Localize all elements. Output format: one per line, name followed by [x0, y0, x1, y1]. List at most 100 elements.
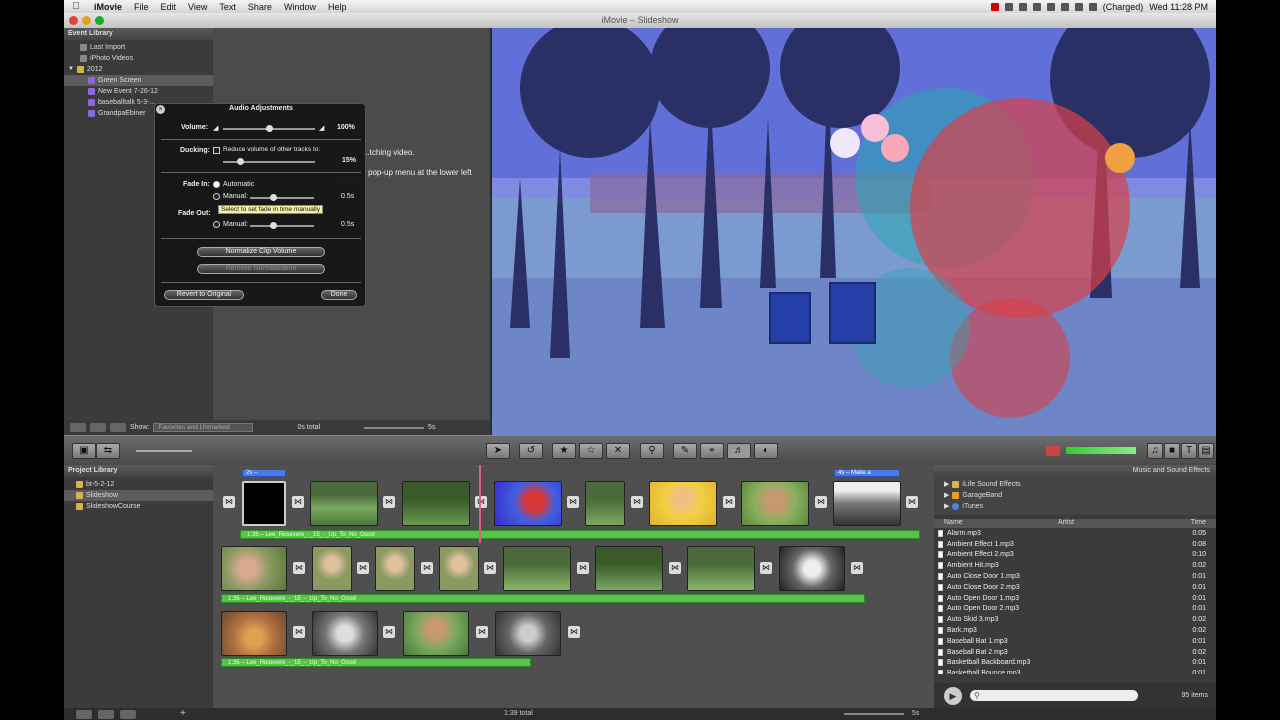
thumbnail-size-slider[interactable] — [136, 450, 192, 452]
normalize-clip-volume-button[interactable]: Normalize Clip Volume — [197, 247, 325, 257]
music-list-row[interactable]: Auto Close Door 2.mp3 0:01 — [934, 582, 1216, 593]
playhead[interactable] — [479, 465, 481, 543]
transition-icon[interactable]: ⋈ — [223, 496, 235, 508]
fade-out-slider-knob[interactable] — [270, 222, 277, 229]
sync-icon[interactable] — [1032, 2, 1041, 11]
music-list-row[interactable]: Ambient Effect 2.mp3 0:10 — [934, 550, 1216, 561]
zoom-window-icon[interactable] — [95, 16, 104, 25]
music-list-row[interactable]: Basketball Bounce.mp3 0:01 — [934, 668, 1216, 674]
music-list-row[interactable]: Auto Open Door 2.mp3 0:01 — [934, 604, 1216, 615]
menu-help[interactable]: Help — [322, 2, 353, 12]
music-list-row[interactable]: Bark.mp3 0:02 — [934, 625, 1216, 636]
reject-button[interactable]: ✕ — [606, 443, 630, 459]
transition-icon[interactable]: ⋈ — [293, 626, 305, 638]
clip-thumbnail[interactable] — [494, 481, 562, 526]
transitions-browser-button[interactable]: ▤ — [1198, 443, 1214, 459]
keyword-button[interactable]: ⚲ — [640, 443, 664, 459]
clip-thumbnail[interactable] — [595, 546, 663, 591]
event-item-iphoto-videos[interactable]: iPhoto Videos — [64, 53, 213, 64]
transition-icon[interactable]: ⋈ — [815, 496, 827, 508]
project-item-bt[interactable]: bt-5-2-12 — [64, 479, 213, 490]
music-list-row[interactable]: Ambient Effect 1.mp3 0:08 — [934, 539, 1216, 550]
music-list-row[interactable]: Auto Skid 3.mp3 0:02 — [934, 614, 1216, 625]
disclosure-triangle-icon[interactable]: ▶ — [944, 490, 949, 501]
fade-in-slider[interactable] — [250, 194, 314, 201]
swap-events-projects-button[interactable]: ⇆ — [96, 443, 120, 459]
record-status-icon[interactable] — [990, 2, 999, 11]
clip-thumbnail[interactable] — [503, 546, 571, 591]
transition-icon[interactable]: ⋈ — [577, 562, 589, 574]
title-tag[interactable]: 4s – Make a — [834, 469, 900, 477]
music-track[interactable]: 1:35 – Lee_Rosevere_-_15_-_Up_To_No_Good — [221, 594, 865, 603]
music-list-row[interactable]: Auto Open Door 1.mp3 0:01 — [934, 593, 1216, 604]
col-artist[interactable]: Artist — [1058, 519, 1074, 526]
transition-icon[interactable]: ⋈ — [383, 496, 395, 508]
ducking-checkbox[interactable] — [213, 147, 220, 154]
title-tag[interactable]: 2s – — [242, 469, 286, 477]
col-time[interactable]: Time — [1191, 519, 1206, 526]
clip-thumbnail[interactable] — [312, 546, 352, 591]
voiceover-button[interactable]: ✎ — [673, 443, 697, 459]
clip-thumbnail[interactable] — [649, 481, 717, 526]
transition-icon[interactable]: ⋈ — [568, 626, 580, 638]
revert-to-original-button[interactable]: Revert to Original — [164, 290, 244, 300]
transition-icon[interactable]: ⋈ — [906, 496, 918, 508]
menu-share[interactable]: Share — [242, 2, 278, 12]
unmark-button[interactable]: ☆ — [579, 443, 603, 459]
music-list-row[interactable]: Ambient Hit.mp3 0:02 — [934, 560, 1216, 571]
add-icon[interactable]: + — [180, 708, 186, 719]
bluetooth-icon[interactable] — [1046, 2, 1055, 11]
music-list-row[interactable]: Baseball Bat 1.mp3 0:01 — [934, 636, 1216, 647]
minimize-window-icon[interactable] — [82, 16, 91, 25]
wifi-icon[interactable] — [1060, 2, 1069, 11]
volume-icon[interactable] — [1074, 2, 1083, 11]
project-timeline[interactable]: 2s – 4s – Make a ⋈ ⋈ ⋈ ⋈ ⋈ ⋈ ⋈ ⋈ ⋈ 1:35 … — [213, 465, 934, 708]
disclosure-triangle-icon[interactable]: ▶ — [944, 479, 949, 490]
music-list-row[interactable]: Basketball Backboard.mp3 0:01 — [934, 658, 1216, 669]
inspector-button[interactable]: ◐ — [754, 443, 778, 459]
music-list-row[interactable]: Alarm.mp3 0:05 — [934, 528, 1216, 539]
source-garageband[interactable]: ▶ GarageBand — [944, 490, 1216, 501]
add-project-button[interactable] — [76, 710, 92, 719]
clip-thumbnail[interactable] — [402, 481, 470, 526]
music-list-row[interactable]: Baseball Bat 2.mp3 0:02 — [934, 647, 1216, 658]
photos-browser-button[interactable]: ■ — [1164, 443, 1180, 459]
play-event-button[interactable] — [90, 423, 106, 432]
search-event-button[interactable] — [110, 423, 126, 432]
project-item-slideshowcourse[interactable]: SlideshowCourse — [64, 501, 213, 512]
ducking-slider[interactable] — [223, 158, 315, 165]
menu-text[interactable]: Text — [213, 2, 242, 12]
transition-icon[interactable]: ⋈ — [292, 496, 304, 508]
close-window-icon[interactable] — [69, 16, 78, 25]
camera-import-button[interactable]: ▣ — [72, 443, 96, 459]
crop-button[interactable]: ⌖ — [700, 443, 724, 459]
transition-icon[interactable]: ⋈ — [723, 496, 735, 508]
add-to-project-button[interactable]: ↺ — [519, 443, 543, 459]
clip-thumbnail[interactable] — [585, 481, 625, 526]
titles-browser-button[interactable]: T — [1181, 443, 1197, 459]
clip-thumbnail[interactable] — [375, 546, 415, 591]
clip-thumbnail[interactable] — [403, 611, 469, 656]
col-name[interactable]: Name — [944, 519, 963, 526]
transition-icon[interactable]: ⋈ — [357, 562, 369, 574]
clip-thumbnail[interactable] — [779, 546, 845, 591]
clip-thumbnail[interactable] — [439, 546, 479, 591]
transition-icon[interactable]: ⋈ — [476, 626, 488, 638]
play-icon[interactable]: ▶ — [944, 686, 962, 705]
event-zoom-slider[interactable] — [364, 426, 425, 429]
transition-icon[interactable]: ⋈ — [484, 562, 496, 574]
menu-window[interactable]: Window — [278, 2, 322, 12]
music-search-field[interactable]: ⚲ — [970, 690, 1138, 701]
music-list[interactable]: Alarm.mp3 0:05 Ambient Effect 1.mp3 0:08 Amb… — [934, 528, 1216, 674]
screen-status-icon[interactable] — [1004, 2, 1013, 11]
menu-clock[interactable]: Wed 11:28 PM — [1149, 2, 1208, 12]
menu-edit[interactable]: Edit — [155, 2, 183, 12]
fade-in-slider-knob[interactable] — [270, 194, 277, 201]
event-item-new-event[interactable]: New Event 7-26-12 — [64, 86, 213, 97]
clip-thumbnail[interactable] — [221, 546, 287, 591]
transition-icon[interactable]: ⋈ — [669, 562, 681, 574]
transition-icon[interactable]: ⋈ — [383, 626, 395, 638]
battery-icon[interactable] — [1088, 2, 1097, 11]
transition-icon[interactable]: ⋈ — [475, 496, 487, 508]
transition-icon[interactable]: ⋈ — [631, 496, 643, 508]
